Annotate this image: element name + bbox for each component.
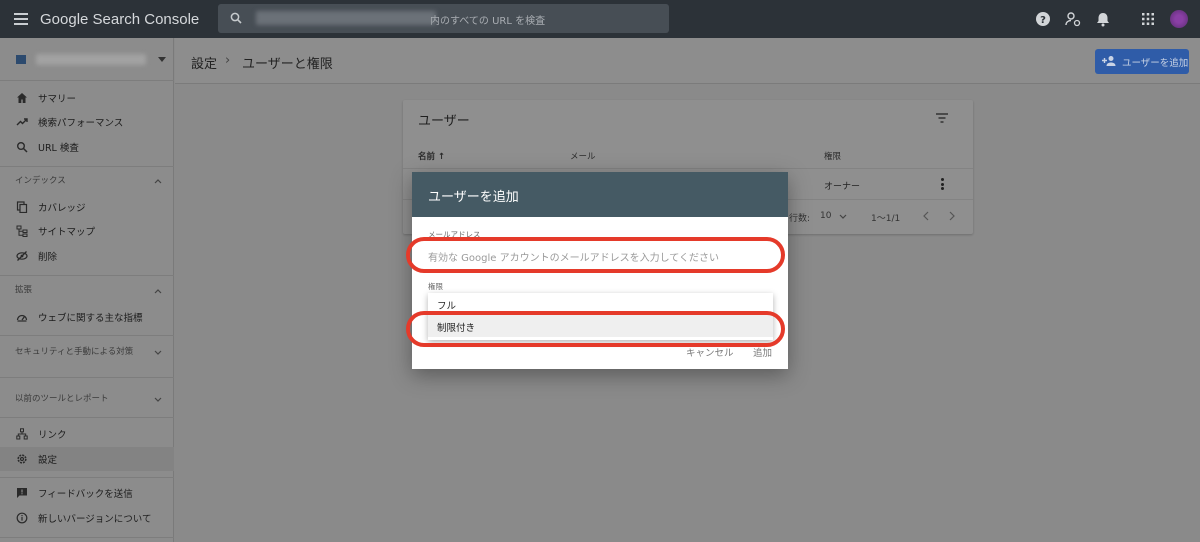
- more-vert-icon[interactable]: [941, 178, 944, 190]
- chevron-right-icon[interactable]: [948, 211, 956, 221]
- sidebar-item-label: 検索パフォーマンス: [38, 118, 124, 129]
- search-icon: [230, 12, 242, 24]
- sidebar-item-sitemaps[interactable]: サイトマップ: [0, 219, 174, 243]
- coverage-icon: [16, 201, 28, 213]
- removal-icon: [16, 251, 28, 261]
- divider: [0, 335, 174, 336]
- chevron-up-icon[interactable]: [154, 177, 162, 185]
- sidebar-item-label: ウェブに関する主な指標: [38, 313, 143, 324]
- breadcrumb-separator: ›: [225, 53, 231, 68]
- app-title[interactable]: Google Search Console: [40, 11, 199, 28]
- menu-icon[interactable]: [14, 13, 28, 25]
- sidebar-item-label: フィードバックを送信: [38, 489, 133, 500]
- divider: [0, 275, 174, 276]
- info-icon: [16, 512, 28, 524]
- top-app-bar: Google Search Console 内のすべての URL を検査 ?: [0, 0, 1200, 38]
- dialog-header: ユーザーを追加: [412, 172, 788, 217]
- sidebar-item-settings[interactable]: 設定: [0, 447, 174, 471]
- search-placeholder: 内のすべての URL を検査: [430, 16, 546, 27]
- column-header-email[interactable]: メール: [570, 150, 596, 162]
- svg-text:?: ?: [1040, 15, 1046, 26]
- page-range: 1〜1/1: [871, 214, 901, 224]
- add-button[interactable]: 追加: [753, 345, 772, 359]
- sidebar-item-about-new-version[interactable]: 新しいバージョンについて: [0, 506, 174, 530]
- feedback-icon: [17, 488, 27, 498]
- speed-icon: [16, 314, 28, 322]
- chevron-left-icon[interactable]: [922, 211, 930, 221]
- manage-account-icon[interactable]: [1065, 11, 1081, 27]
- sidebar-item-label: 設定: [38, 455, 58, 466]
- property-name-blurred: [36, 54, 146, 65]
- divider: [0, 166, 174, 167]
- sidebar-item-label: サイトマップ: [38, 227, 96, 238]
- divider: [403, 168, 973, 169]
- page-title: ユーザーと権限: [242, 57, 333, 72]
- property-name-blurred: [256, 11, 436, 25]
- person-add-icon: [1102, 56, 1116, 66]
- chevron-down-icon: [158, 57, 166, 62]
- permission-cell: オーナー: [824, 182, 861, 192]
- rows-per-page-label: 行数:: [789, 214, 811, 224]
- chevron-down-icon[interactable]: [154, 348, 162, 356]
- rows-per-page-select[interactable]: 10: [820, 211, 831, 221]
- sidebar-item-label: 新しいバージョンについて: [38, 514, 152, 525]
- divider: [0, 477, 174, 478]
- cancel-button[interactable]: キャンセル: [686, 345, 734, 359]
- divider: [0, 537, 174, 538]
- sidebar-item-links[interactable]: リンク: [0, 422, 174, 446]
- sidebar-item-label: リンク: [38, 430, 67, 441]
- divider: [0, 377, 174, 378]
- trending-up-icon: [16, 118, 28, 126]
- notifications-icon[interactable]: [1095, 11, 1111, 27]
- links-icon: [16, 428, 28, 440]
- help-icon[interactable]: ?: [1035, 11, 1051, 27]
- column-header-name[interactable]: 名前 ↑: [418, 150, 445, 162]
- card-title: ユーザー: [418, 114, 470, 129]
- restricted-highlight-annotation: [406, 311, 785, 347]
- page-header: 設定 › ユーザーと権限 ユーザーを追加: [175, 38, 1200, 84]
- column-header-permission[interactable]: 権限: [824, 150, 841, 162]
- section-header-legacy-tools: 以前のツールとレポート: [15, 394, 109, 404]
- chevron-down-icon[interactable]: [154, 395, 162, 403]
- home-icon: [17, 93, 27, 103]
- property-icon: [16, 55, 26, 64]
- sidebar-item-performance[interactable]: 検索パフォーマンス: [0, 110, 174, 134]
- section-header-security: セキュリティと手動による対策: [15, 347, 134, 357]
- sitemap-icon: [16, 225, 28, 237]
- apps-grid-icon[interactable]: [1140, 11, 1156, 27]
- add-user-button-label: ユーザーを追加: [1122, 58, 1189, 69]
- sidebar: サマリー 検索パフォーマンス URL 検査 インデックス カバレッジ サイトマッ…: [0, 38, 174, 542]
- breadcrumb-settings[interactable]: 設定: [191, 53, 217, 72]
- section-header-enhancements: 拡張: [15, 285, 33, 295]
- sidebar-item-feedback[interactable]: フィードバックを送信: [0, 481, 174, 505]
- sidebar-item-label: URL 検査: [38, 143, 79, 154]
- sidebar-item-removals[interactable]: 削除: [0, 244, 174, 268]
- gear-icon: [17, 454, 27, 464]
- sidebar-item-core-web-vitals[interactable]: ウェブに関する主な指標: [0, 305, 174, 329]
- dialog-title: ユーザーを追加: [428, 190, 519, 205]
- sidebar-item-coverage[interactable]: カバレッジ: [0, 195, 174, 219]
- inspect-url-search-input[interactable]: 内のすべての URL を検査: [218, 4, 669, 33]
- option-label: フル: [437, 301, 457, 312]
- search-icon: [17, 142, 28, 153]
- permission-field-label: 権限: [428, 282, 443, 291]
- email-highlight-annotation: [406, 237, 785, 273]
- add-user-button[interactable]: ユーザーを追加: [1095, 49, 1189, 74]
- avatar[interactable]: [1170, 10, 1188, 28]
- sidebar-item-label: カバレッジ: [38, 203, 86, 214]
- sidebar-item-label: サマリー: [38, 94, 77, 105]
- property-selector[interactable]: [0, 38, 174, 81]
- sidebar-item-summary[interactable]: サマリー: [0, 86, 174, 110]
- chevron-down-icon[interactable]: [839, 214, 847, 220]
- sidebar-item-url-inspection[interactable]: URL 検査: [0, 135, 174, 159]
- sidebar-item-label: 削除: [38, 252, 58, 263]
- chevron-up-icon[interactable]: [154, 287, 162, 295]
- divider: [0, 417, 174, 418]
- section-header-index: インデックス: [15, 176, 66, 186]
- filter-icon[interactable]: [935, 112, 949, 124]
